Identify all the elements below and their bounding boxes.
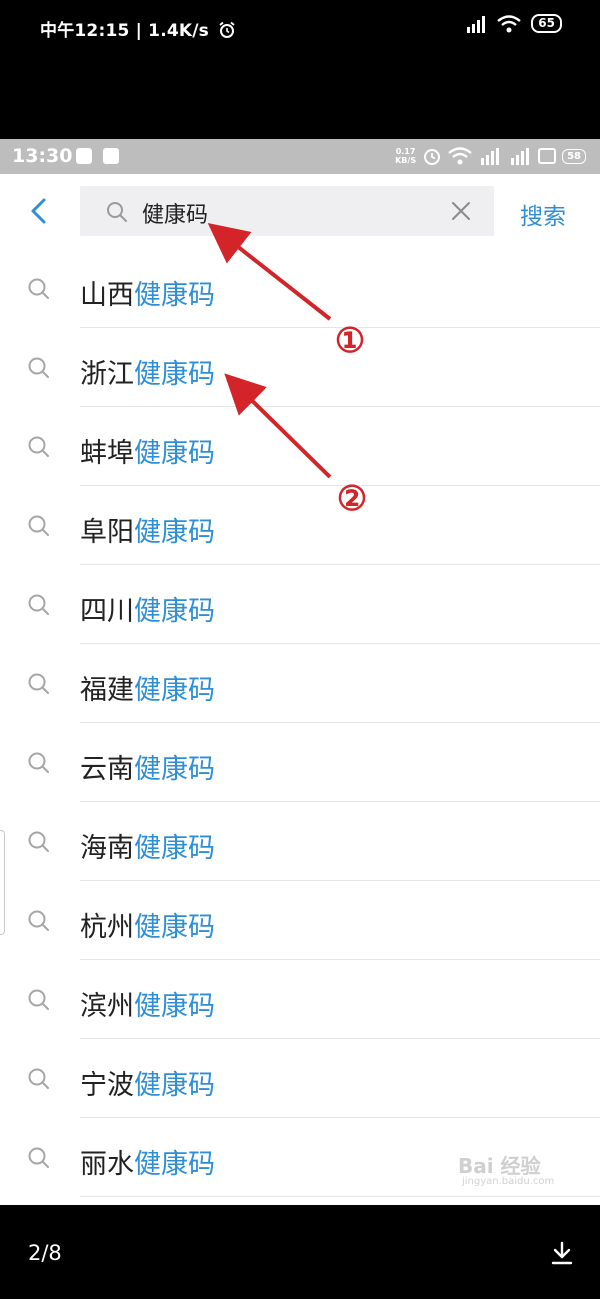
app-screen: 13:30 0.17 KB/S 58 健康码 搜索 山西健康码 浙江健康码 蚌埠… bbox=[0, 139, 600, 1205]
search-icon bbox=[28, 752, 49, 773]
suggestion-text: 阜阳健康码 bbox=[80, 510, 215, 549]
suggestion-prefix: 丽水 bbox=[80, 1149, 134, 1180]
signal-icon bbox=[481, 148, 500, 165]
search-icon bbox=[28, 357, 49, 378]
suggestion-item[interactable]: 福建健康码 bbox=[0, 644, 600, 723]
outer-status-bar: 中午12:15 | 1.4K/s 65 bbox=[0, 0, 600, 56]
suggestion-prefix: 蚌埠 bbox=[80, 438, 134, 469]
suggestion-text: 宁波健康码 bbox=[80, 1063, 215, 1102]
wifi-icon bbox=[497, 14, 522, 32]
suggestion-text: 山西健康码 bbox=[80, 273, 215, 312]
notification-icon bbox=[103, 148, 119, 164]
inner-status-bar: 13:30 0.17 KB/S 58 bbox=[0, 139, 600, 174]
inner-status-time: 13:30 bbox=[12, 145, 73, 167]
outer-battery-indicator: 65 bbox=[531, 14, 562, 33]
suggestion-keyword: 健康码 bbox=[134, 912, 215, 943]
suggestion-item[interactable]: 阜阳健康码 bbox=[0, 486, 600, 565]
suggestion-prefix: 浙江 bbox=[80, 359, 134, 390]
suggestion-text: 海南健康码 bbox=[80, 826, 215, 865]
suggestion-text: 滨州健康码 bbox=[80, 984, 215, 1023]
outer-status-speed: 1.4K/s bbox=[148, 21, 209, 41]
divider bbox=[80, 1196, 600, 1197]
suggestion-keyword: 健康码 bbox=[134, 596, 215, 627]
suggestion-item[interactable]: 海南健康码 bbox=[0, 802, 600, 881]
suggestion-prefix: 海南 bbox=[80, 833, 134, 864]
search-icon bbox=[28, 594, 49, 615]
clear-icon[interactable] bbox=[450, 200, 472, 222]
shield-icon bbox=[76, 148, 92, 164]
page-indicator: 2/8 bbox=[28, 1241, 62, 1265]
suggestion-list: 山西健康码 浙江健康码 蚌埠健康码 阜阳健康码 四川健康码 福建健康码 云南健康码 海南健康码… bbox=[0, 249, 600, 1197]
suggestion-keyword: 健康码 bbox=[134, 1070, 215, 1101]
search-icon bbox=[28, 1147, 49, 1168]
outer-status-left: 中午12:15 | 1.4K/s bbox=[40, 16, 236, 41]
suggestion-prefix: 杭州 bbox=[80, 912, 134, 943]
suggestion-item[interactable]: 浙江健康码 bbox=[0, 328, 600, 407]
suggestion-keyword: 健康码 bbox=[134, 359, 215, 390]
search-icon bbox=[28, 910, 49, 931]
search-button[interactable]: 搜索 bbox=[520, 197, 566, 231]
suggestion-text: 杭州健康码 bbox=[80, 905, 215, 944]
download-icon[interactable] bbox=[550, 1241, 574, 1267]
suggestion-text: 蚌埠健康码 bbox=[80, 431, 215, 470]
wifi-icon bbox=[448, 147, 472, 165]
suggestion-keyword: 健康码 bbox=[134, 1149, 215, 1180]
suggestion-prefix: 四川 bbox=[80, 596, 134, 627]
suggestion-item[interactable]: 山西健康码 bbox=[0, 249, 600, 328]
suggestion-keyword: 健康码 bbox=[134, 991, 215, 1022]
suggestion-prefix: 山西 bbox=[80, 280, 134, 311]
watermark-logo: Bai 经验 bbox=[458, 1154, 541, 1178]
side-handle[interactable] bbox=[0, 830, 5, 935]
search-icon bbox=[28, 278, 49, 299]
suggestion-keyword: 健康码 bbox=[134, 280, 215, 311]
search-query[interactable]: 健康码 bbox=[142, 197, 208, 229]
alarm-icon bbox=[219, 21, 235, 38]
suggestion-keyword: 健康码 bbox=[134, 438, 215, 469]
search-icon bbox=[28, 436, 49, 457]
suggestion-item[interactable]: 蚌埠健康码 bbox=[0, 407, 600, 486]
hd-icon bbox=[538, 148, 557, 164]
signal-icon-2 bbox=[511, 148, 530, 165]
suggestion-keyword: 健康码 bbox=[134, 675, 215, 706]
search-icon bbox=[28, 1068, 49, 1089]
viewer-bottom-bar: 2/8 bbox=[0, 1205, 600, 1299]
suggestion-keyword: 健康码 bbox=[134, 754, 215, 785]
suggestion-item[interactable]: 滨州健康码 bbox=[0, 960, 600, 1039]
suggestion-item[interactable]: 四川健康码 bbox=[0, 565, 600, 644]
suggestion-text: 云南健康码 bbox=[80, 747, 215, 786]
signal-icon bbox=[467, 15, 486, 33]
inner-status-right: 0.17 KB/S 58 bbox=[395, 146, 586, 166]
outer-status-time: 中午12:15 bbox=[40, 21, 130, 41]
suggestion-item[interactable]: 宁波健康码 bbox=[0, 1039, 600, 1118]
search-input[interactable]: 健康码 bbox=[80, 186, 494, 236]
search-icon bbox=[28, 831, 49, 852]
back-arrow-icon[interactable] bbox=[22, 194, 56, 228]
search-icon bbox=[28, 989, 49, 1010]
outer-status-right: 65 bbox=[465, 14, 562, 33]
search-icon bbox=[28, 515, 49, 536]
suggestion-prefix: 滨州 bbox=[80, 991, 134, 1022]
suggestion-text: 福建健康码 bbox=[80, 668, 215, 707]
suggestion-keyword: 健康码 bbox=[134, 517, 215, 548]
suggestion-item[interactable]: 云南健康码 bbox=[0, 723, 600, 802]
inner-battery-indicator: 58 bbox=[562, 148, 586, 164]
search-icon bbox=[107, 202, 127, 222]
alarm-icon bbox=[424, 149, 441, 165]
search-icon bbox=[28, 673, 49, 694]
suggestion-prefix: 宁波 bbox=[80, 1070, 134, 1101]
suggestion-prefix: 云南 bbox=[80, 754, 134, 785]
suggestion-text: 丽水健康码 bbox=[80, 1142, 215, 1181]
watermark-url: jingyan.baidu.com bbox=[462, 1176, 555, 1187]
suggestion-item[interactable]: 杭州健康码 bbox=[0, 881, 600, 960]
suggestion-text: 浙江健康码 bbox=[80, 352, 215, 391]
suggestion-keyword: 健康码 bbox=[134, 833, 215, 864]
suggestion-prefix: 福建 bbox=[80, 675, 134, 706]
search-header: 健康码 搜索 bbox=[0, 174, 600, 249]
inner-status-speed: 0.17 KB/S bbox=[395, 147, 417, 165]
suggestion-text: 四川健康码 bbox=[80, 589, 215, 628]
suggestion-prefix: 阜阳 bbox=[80, 517, 134, 548]
